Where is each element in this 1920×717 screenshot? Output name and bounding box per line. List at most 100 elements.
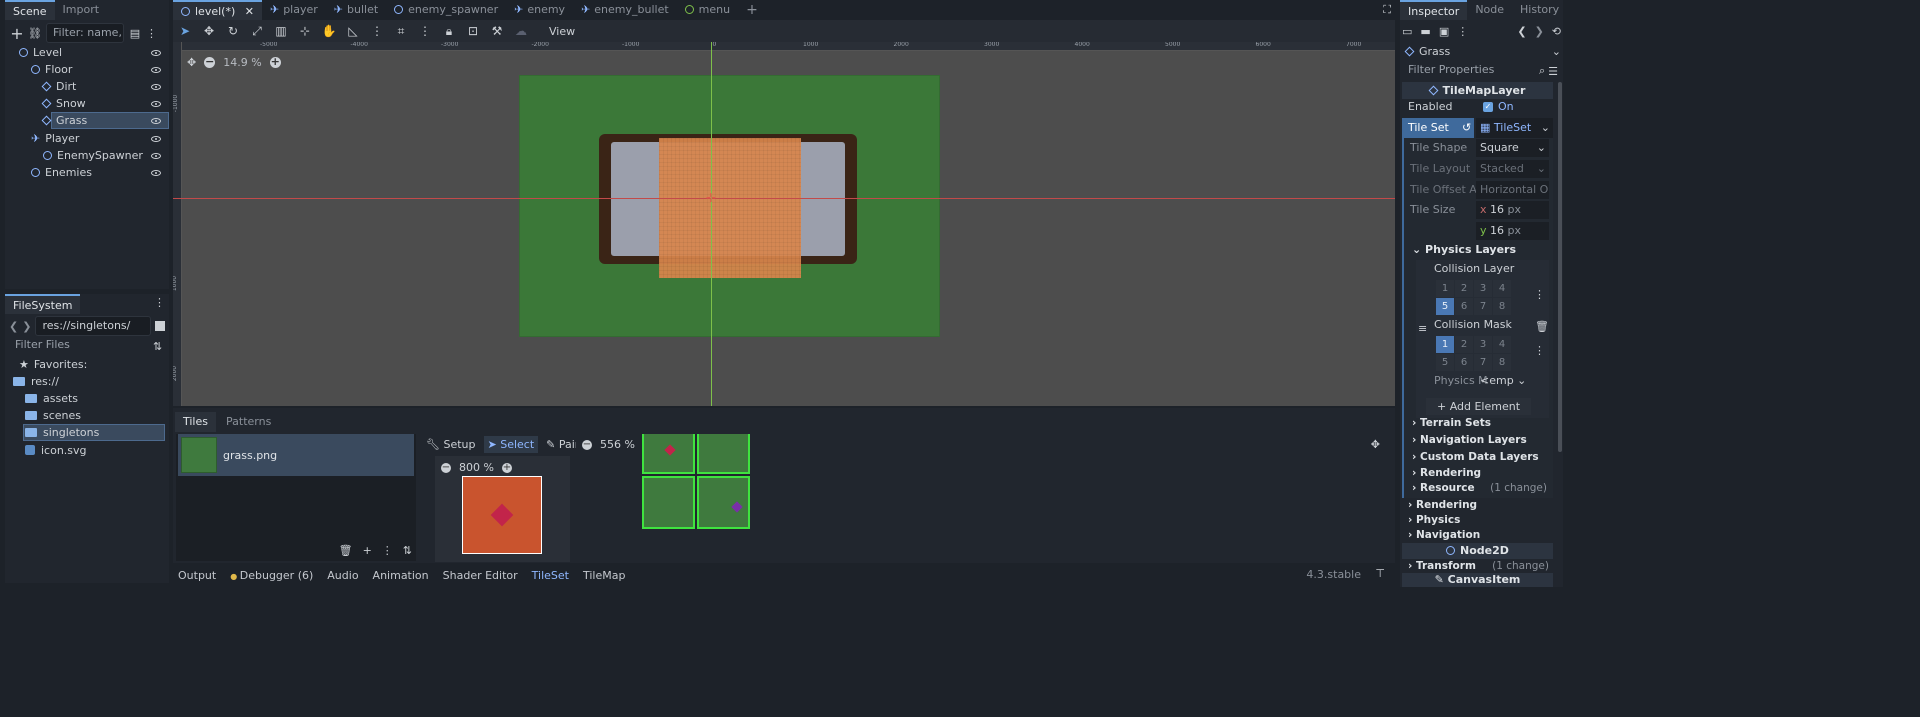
tile-source-item[interactable]: grass.png xyxy=(178,434,414,476)
move-tool-icon[interactable]: ✥ xyxy=(197,20,221,42)
selectable-icon[interactable]: ▥ xyxy=(269,20,293,42)
tree-node-floor[interactable]: Floor xyxy=(5,61,169,78)
layer-bit-7[interactable]: 7 xyxy=(1474,354,1492,371)
smart-snap-icon[interactable]: ⋮ xyxy=(365,20,389,42)
mask-menu-icon[interactable]: ⋮ xyxy=(1534,344,1545,357)
add-element-button[interactable]: + Add Element xyxy=(1426,398,1531,415)
tree-node-enemyspawner[interactable]: EnemySpawner xyxy=(5,147,169,164)
sort-icon[interactable]: ⇅ xyxy=(403,544,412,557)
resource-header[interactable]: › Resource (1 change) xyxy=(1404,480,1553,497)
scene-filter-input[interactable]: Filter: name, t:t xyxy=(46,23,124,43)
terrain-sets-header[interactable]: › Terrain Sets xyxy=(1404,415,1553,432)
more-icon[interactable]: ⋮ xyxy=(1457,25,1468,38)
delete-icon[interactable]: 🗑︎ xyxy=(339,544,353,557)
tree-node-player[interactable]: ✈ Player xyxy=(5,130,169,147)
tab-patterns[interactable]: Patterns xyxy=(218,412,279,432)
grass-tile-2[interactable] xyxy=(642,476,695,529)
bottom-tab-tilemap[interactable]: TileMap xyxy=(578,569,630,582)
menu-dots-icon[interactable]: ⋮ xyxy=(154,296,165,309)
layer-bit-4[interactable]: 4 xyxy=(1493,336,1511,353)
drag-handle-icon[interactable]: ≡ xyxy=(1418,322,1427,335)
editor-tab-enemy_spawner[interactable]: enemy_spawner xyxy=(386,0,506,20)
visibility-icon[interactable] xyxy=(151,101,161,107)
zoom-out-icon[interactable]: − xyxy=(582,439,592,450)
node-selector[interactable]: Grass ⌄ xyxy=(1402,42,1561,60)
path-input[interactable]: res://singletons/ xyxy=(35,316,152,336)
editor-tab-menu[interactable]: menu xyxy=(677,0,738,20)
visibility-icon[interactable] xyxy=(151,118,161,124)
history-back-icon[interactable]: ❮ xyxy=(1517,25,1526,38)
forward-icon[interactable]: ❯ xyxy=(22,320,31,333)
layer-bit-8[interactable]: 8 xyxy=(1493,298,1511,315)
tile-layout-select[interactable]: Stacked ⌄ xyxy=(1476,160,1549,178)
add-node-icon[interactable]: + xyxy=(10,24,24,43)
tab-scene[interactable]: Scene xyxy=(5,0,55,20)
sort-icon[interactable]: ⇅ xyxy=(153,340,162,353)
editor-tab-enemy_bullet[interactable]: ✈ enemy_bullet xyxy=(573,0,677,20)
rotate-tool-icon[interactable]: ↻ xyxy=(221,20,245,42)
layer-bit-3[interactable]: 3 xyxy=(1474,280,1492,297)
open-resource-icon[interactable]: ▬ xyxy=(1420,25,1430,38)
ruler-tool-icon[interactable]: ◺ xyxy=(341,20,365,42)
editor-tab-bullet[interactable]: ✈ bullet xyxy=(326,0,386,20)
tab-inspector[interactable]: Inspector xyxy=(1400,0,1468,20)
zoom-in-icon[interactable]: + xyxy=(269,56,281,68)
tree-node-enemies[interactable]: Enemies xyxy=(5,164,169,181)
tree-node-grass[interactable]: Grass xyxy=(5,112,169,129)
layer-bit-4[interactable]: 4 xyxy=(1493,280,1511,297)
bottom-tab-shadereditor[interactable]: Shader Editor xyxy=(438,569,523,582)
select-tool-icon[interactable]: ➤ xyxy=(173,20,197,42)
bottom-tab-audio[interactable]: Audio xyxy=(322,569,363,582)
group-icon[interactable]: ⊡ xyxy=(461,20,485,42)
recent-icon[interactable]: ⟲ xyxy=(1552,25,1561,38)
distraction-free-icon[interactable]: ⛶ xyxy=(1383,3,1391,17)
layer-bit-2[interactable]: 2 xyxy=(1455,280,1473,297)
fs-item-favorites[interactable]: ★ Favorites: xyxy=(5,356,169,373)
menu-dots-icon[interactable]: ⋮ xyxy=(146,27,157,40)
zoom-out-icon[interactable]: − xyxy=(204,56,216,68)
navigation-layers-header[interactable]: › Navigation Layers xyxy=(1404,432,1553,449)
visibility-icon[interactable] xyxy=(151,67,161,73)
tile-size-x-field[interactable]: x 16 px xyxy=(1476,201,1549,219)
snap-options-icon[interactable]: ⋮ xyxy=(413,20,437,42)
layer-menu-icon[interactable]: ⋮ xyxy=(1534,288,1545,301)
add-source-icon[interactable]: + xyxy=(363,544,372,557)
grass-tile-3[interactable] xyxy=(697,476,750,529)
tab-import[interactable]: Import xyxy=(55,0,108,20)
bottom-tab-tileset[interactable]: TileSet xyxy=(527,569,574,582)
bottom-tab-animation[interactable]: Animation xyxy=(368,569,434,582)
layer-bit-3[interactable]: 3 xyxy=(1474,336,1492,353)
file-filter-input[interactable]: Filter Files xyxy=(9,336,149,356)
viewport-move-icon[interactable]: ✥ xyxy=(187,56,196,69)
tab-tiles[interactable]: Tiles xyxy=(175,412,216,432)
physics-material-value[interactable]: <emp ⌄ xyxy=(1480,374,1526,387)
tree-node-level[interactable]: Level xyxy=(5,44,169,61)
zoom-in-icon[interactable]: + xyxy=(501,462,512,473)
bottom-tab-debugger[interactable]: ● Debugger (6) xyxy=(225,569,318,582)
visibility-icon[interactable] xyxy=(151,170,161,176)
editor-tab-enemy[interactable]: ✈ enemy xyxy=(506,0,573,20)
grass-tile-1[interactable] xyxy=(697,434,750,474)
script-icon[interactable]: ▤ xyxy=(128,27,142,40)
delete-icon[interactable]: 🗑︎ xyxy=(1535,320,1549,333)
zoom-level[interactable]: 14.9 % xyxy=(223,56,261,69)
save-icon[interactable]: ▣ xyxy=(1439,25,1449,38)
tab-history[interactable]: History xyxy=(1512,0,1563,20)
editor-tab-player[interactable]: ✈ player xyxy=(262,0,326,20)
pan-tool-icon[interactable]: ✋ xyxy=(317,20,341,42)
editor-tab-level[interactable]: level(*) ✕ xyxy=(173,0,262,20)
link-icon[interactable]: ⛓ xyxy=(28,27,42,40)
fs-item-scenes[interactable]: scenes xyxy=(5,407,169,424)
camera-override-icon[interactable]: ☁ xyxy=(509,20,533,42)
setup-mode-button[interactable]: 🔧︎ Setup xyxy=(422,436,480,453)
layer-bit-1[interactable]: 1 xyxy=(1436,336,1454,353)
atlas-view[interactable]: − 800 % + xyxy=(435,456,570,562)
close-icon[interactable]: ✕ xyxy=(241,5,254,18)
scale-tool-icon[interactable]: ⤢ xyxy=(245,20,269,42)
pivot-icon[interactable]: ⊹ xyxy=(293,20,317,42)
visibility-icon[interactable] xyxy=(151,84,161,90)
bottom-tab-output[interactable]: Output xyxy=(173,569,221,582)
history-forward-icon[interactable]: ❯ xyxy=(1535,25,1544,38)
tree-node-dirt[interactable]: Dirt xyxy=(5,78,169,95)
layer-bit-7[interactable]: 7 xyxy=(1474,298,1492,315)
